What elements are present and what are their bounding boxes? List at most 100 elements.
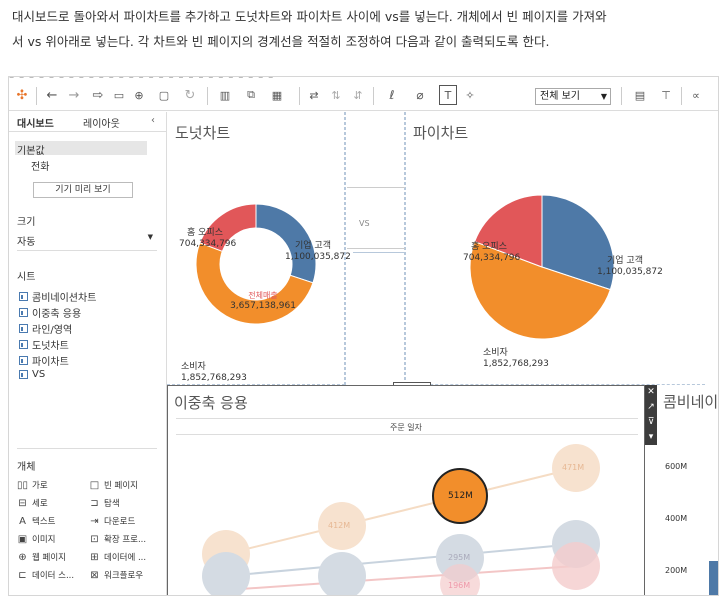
duplicate-icon[interactable]: ⧉ [240,85,262,105]
sheet-icon [19,308,28,317]
dual-axis-header: 주문 일자 [390,423,422,432]
sheet-item[interactable]: 라인/영역 [19,321,72,336]
object-webpage[interactable]: ⊕ 웹 페이지 [17,551,66,564]
bubble-label: 196M [448,581,471,590]
pie-label-home-office: 홈 오피스 704,334,796 [463,242,521,263]
combo-tick: 400M [665,514,688,523]
objects-heading: 개체 [17,462,36,473]
object-data-story-2[interactable]: ⊏ 데이터 스... [17,569,74,582]
combo-tick: 600M [665,462,688,471]
panel-controls: ✕ ↗ ⊽ ▾ [645,385,657,445]
new-datasource-icon[interactable]: ⊕ [131,85,147,105]
object-data-story[interactable]: ⊞ 데이터에 ... [89,551,146,564]
filter-icon[interactable]: ⊽ [645,415,657,430]
workflow-icon: ⊠ [90,569,99,581]
extension-icon: ⊡ [90,533,99,545]
donut-center-label: 전체매출 3,657,138,961 [230,291,296,311]
label-icon[interactable]: T [439,85,457,105]
save-icon[interactable]: ▭ [111,85,127,105]
navigation-icon: ⊐ [90,497,99,509]
object-image[interactable]: ▣ 이미지 [17,533,56,546]
tab-dashboard[interactable]: 대시보드 [17,115,54,130]
object-horizontal[interactable]: ▯▯ 가로 [17,479,48,492]
dual-axis-panel[interactable]: 이중축 응용 주문 일자 471M 412M 512M 295M 196M [167,385,645,596]
show-me-icon[interactable]: ▤ [627,85,653,105]
bubble-label: 295M [448,553,471,562]
tableau-logo-icon[interactable]: ✣ [13,85,31,105]
sheet-item[interactable]: 콤비네이션차트 [19,289,96,304]
fit-select[interactable]: 전체 보기 ▼ [535,88,611,105]
webpage-icon: ⊕ [18,551,27,563]
sidebar-tabs: 대시보드 레이아웃 ‹ [9,112,166,132]
object-extension[interactable]: ⊡ 확장 프로... [89,533,146,546]
pin-icon[interactable]: ✧ [461,85,479,105]
fit-select-value: 전체 보기 [540,91,580,102]
donut-label-consumer: 소비자 1,852,768,293 [181,362,247,383]
size-heading: 크기 [17,217,36,228]
device-preview-button[interactable]: 기기 미리 보기 [33,182,133,198]
swap-axes-icon[interactable]: ⇄ [305,85,323,105]
sheet-icon [19,324,28,333]
combo-title: 콤비네이 [663,393,719,411]
blank-icon: □ [89,479,100,491]
undo-icon[interactable]: ← [43,85,61,105]
tab-layout[interactable]: 레이아웃 [83,115,120,130]
highlight-icon[interactable]: ℓ [379,85,405,105]
text-icon: A [19,515,26,527]
vertical-icon: ⊟ [18,497,27,509]
chevron-down-icon: ▼ [600,92,607,101]
object-vertical[interactable]: ⊟ 세로 [17,497,47,510]
intro-text: 대시보드로 돌아와서 파이차트를 추가하고 도넛차트와 파이차트 사이에 vs를… [12,4,712,54]
redo-icon[interactable]: → [65,85,83,105]
device-default[interactable]: 기본값 [17,142,45,157]
sheet-item[interactable]: VS [19,369,45,380]
close-icon[interactable]: ✕ [645,385,657,400]
dual-axis-chart[interactable] [168,436,644,596]
pie-chart[interactable] [467,192,617,342]
vs-label: VS [359,219,370,228]
object-text[interactable]: A 텍스트 [17,515,55,528]
pie-title: 파이차트 [413,124,469,142]
bubble-label: 471M [562,463,585,472]
donut-label-corporate: 기업 고객 1,100,035,872 [285,241,351,262]
pie-label-corporate: 기업 고객 1,100,035,872 [597,256,663,277]
more-options-icon[interactable]: ▾ [645,430,657,445]
presentation-icon[interactable]: ⊤ [657,85,675,105]
object-blank[interactable]: □ 빈 페이지 [89,479,138,492]
combo-bar [709,561,718,595]
sheet-item[interactable]: 이중축 응용 [19,305,81,320]
tableau-window: ▪ ▪ ▪ ▪ ▪ ▪ ▪ ▪ ▪ ▪ ▪ ▪ ▪ ▪ ▪ ▪ ▪ ▪ ▪ ▪ … [8,76,719,596]
sort-asc-icon[interactable]: ⇅ [327,85,345,105]
sheet-item[interactable]: 도넛차트 [19,337,69,352]
toolbar: ✣ ← → ⇨ ▭ ⊕ ▢ ↻ ▥ ⧉ ▦ ⇄ ⇅ ⇵ ℓ ⌀ T ✧ 전체 보… [9,81,718,111]
sort-desc-icon[interactable]: ⇵ [349,85,367,105]
sheet-item[interactable]: 파이차트 [19,353,69,368]
dual-axis-title: 이중축 응용 [174,394,248,412]
combo-tick: 200M [665,566,688,575]
share-icon[interactable]: ∝ [687,85,705,105]
object-workflow[interactable]: ⊠ 워크플로우 [89,569,143,582]
intro-line-1: 대시보드로 돌아와서 파이차트를 추가하고 도넛차트와 파이차트 사이에 vs를… [12,9,607,24]
sheets-heading: 시트 [17,272,36,283]
pie-label-consumer: 소비자 1,852,768,293 [483,348,549,369]
sheet-icon [19,356,28,365]
sheet-icon [19,370,28,379]
refresh-icon[interactable]: ↻ [179,85,201,105]
bubble-label: 412M [328,521,351,530]
object-navigation[interactable]: ⊐ 탐색 [89,497,119,510]
new-sheet-icon[interactable]: ▢ [153,85,175,105]
donut-label-home-office: 홈 오피스 704,334,796 [179,228,237,249]
bubble-label-highlight: 512M [448,491,473,501]
swap-icon[interactable]: ⇨ [87,85,109,105]
goto-sheet-icon[interactable]: ↗ [645,400,657,415]
device-phone[interactable]: 전화 [31,158,49,173]
donut-title: 도넛차트 [175,124,231,142]
download-icon: ⇥ [90,515,99,527]
group-icon[interactable]: ⌀ [407,85,433,105]
object-download[interactable]: ⇥ 다운로드 [89,515,135,528]
new-worksheet-icon[interactable]: ▥ [214,85,236,105]
dashboard-sidebar: 대시보드 레이아웃 ‹ 기본값 전화 기기 미리 보기 크기 자동 ▼ 시트 콤… [9,112,167,595]
collapse-icon[interactable]: ‹ [151,115,155,126]
clear-icon[interactable]: ▦ [266,85,288,105]
size-select[interactable]: 자동 ▼ [17,233,153,248]
